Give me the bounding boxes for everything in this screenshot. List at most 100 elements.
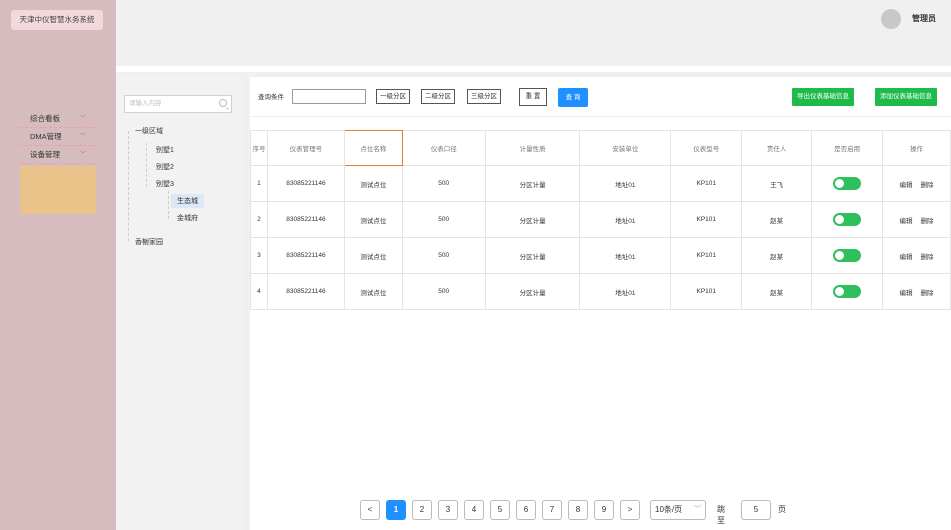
tree-panel: 请输入内容 一级区域 别墅1 别墅2 别墅3 生态城 金城府 香榭家园: [116, 77, 242, 530]
tree-node-villa1[interactable]: 别墅1: [156, 145, 174, 155]
page-button[interactable]: 9: [594, 500, 614, 520]
cell-model: KP101: [670, 237, 743, 274]
submenu-panel: [20, 166, 96, 214]
user-name[interactable]: 管理员: [912, 13, 936, 24]
page-size-select[interactable]: 10条/页 ﹀: [650, 500, 706, 520]
cell-actions: 编辑 删除: [882, 237, 951, 274]
cell-owner: 王飞: [741, 165, 813, 202]
page-button[interactable]: 4: [464, 500, 484, 520]
col-header: 序号: [250, 130, 268, 166]
page-button[interactable]: 2: [412, 500, 432, 520]
page-button[interactable]: 7: [542, 500, 562, 520]
page-button[interactable]: 3: [438, 500, 458, 520]
tree-connector: [128, 131, 129, 241]
edit-link[interactable]: 编辑: [900, 182, 913, 189]
page-button[interactable]: 6: [516, 500, 536, 520]
cell-enabled: [811, 273, 884, 310]
delete-link[interactable]: 删除: [921, 182, 934, 189]
tree-node-villa3[interactable]: 别墅3: [156, 179, 174, 189]
chevron-down-icon: ﹀: [694, 506, 701, 513]
tree-node-jincheng[interactable]: 金城府: [177, 213, 198, 223]
delete-link[interactable]: 删除: [921, 290, 934, 297]
search-placeholder: 请输入内容: [129, 100, 162, 107]
side-menu: 综合看板 ﹀ DMA管理 ﹀ 设备管理 ﹀: [20, 110, 96, 214]
cell-unit: 地址01: [579, 237, 672, 274]
reset-button[interactable]: 重 置: [519, 88, 547, 106]
cell-no: 3: [250, 237, 268, 274]
cell-caliber: 500: [401, 201, 486, 238]
delete-link[interactable]: 删除: [921, 254, 934, 261]
top-header: 管理员: [116, 0, 951, 66]
add-meter-info-button[interactable]: 添加仪表基础信息: [875, 88, 937, 106]
header-divider: [116, 66, 951, 72]
avatar[interactable]: [881, 9, 901, 29]
filter-input[interactable]: [292, 89, 366, 104]
menu-item-label: 综合看板: [30, 114, 60, 123]
cell-model: KP101: [670, 165, 743, 202]
delete-link[interactable]: 删除: [921, 218, 934, 225]
page-button[interactable]: 5: [490, 500, 510, 520]
table-row: 1 83085221146 测试点位 500 分区计量 地址01 KP101 王…: [250, 165, 951, 202]
level1-zone-button[interactable]: 一级分区: [376, 89, 410, 104]
prev-page-button[interactable]: <: [360, 500, 380, 520]
menu-item-dma[interactable]: DMA管理 ﹀: [20, 128, 96, 146]
chevron-down-icon: ﹀: [79, 116, 86, 122]
tree-node-villa2[interactable]: 别墅2: [156, 162, 174, 172]
menu-item-dashboard[interactable]: 综合看板 ﹀: [20, 110, 96, 128]
cell-actions: 编辑 删除: [882, 165, 951, 202]
col-header: 是否启用: [811, 130, 884, 166]
filter-bar: 查询条件 一级分区 二级分区 三级分区 重 置 查 询 导出仪表基础信息 添加仪…: [250, 77, 951, 117]
jump-label: 跳至: [717, 505, 725, 525]
edit-link[interactable]: 编辑: [900, 218, 913, 225]
menu-item-label: 设备管理: [30, 150, 60, 159]
level3-zone-button[interactable]: 三级分区: [467, 89, 501, 104]
tree-node-eco-city[interactable]: 生态城: [171, 194, 204, 208]
col-header: 计量性质: [484, 130, 581, 166]
cell-enabled: [811, 165, 884, 202]
tree-search-input[interactable]: 请输入内容: [124, 95, 232, 113]
cell-nature: 分区计量: [484, 165, 581, 202]
cell-owner: 赵某: [741, 273, 813, 310]
tree-node-root[interactable]: 一级区域: [135, 126, 163, 136]
tree-node-xiangxie[interactable]: 香榭家园: [135, 237, 163, 247]
toggle-knob: [835, 215, 845, 224]
tree-connector: [168, 191, 169, 219]
page-button[interactable]: 8: [568, 500, 588, 520]
chevron-down-icon: ﹀: [79, 152, 86, 158]
page-size-value: 10条/页: [655, 505, 683, 514]
query-button[interactable]: 查 询: [558, 88, 588, 107]
cell-unit: 地址01: [579, 165, 672, 202]
col-header: 责任人: [741, 130, 813, 166]
enable-toggle[interactable]: [833, 249, 862, 262]
next-page-button[interactable]: >: [620, 500, 640, 520]
search-icon[interactable]: [219, 99, 227, 107]
jump-page-input[interactable]: 5: [741, 500, 771, 520]
cell-enabled: [811, 237, 884, 274]
cell-point: 测试点位: [343, 237, 403, 274]
cell-no: 2: [250, 201, 268, 238]
enable-toggle[interactable]: [833, 213, 862, 226]
enable-toggle[interactable]: [833, 177, 862, 190]
cell-owner: 赵某: [741, 201, 813, 238]
level2-zone-button[interactable]: 二级分区: [421, 89, 455, 104]
cell-meter-id: 83085221146: [266, 273, 345, 310]
page-button-active[interactable]: 1: [386, 500, 406, 520]
menu-item-device[interactable]: 设备管理 ﹀: [20, 146, 96, 164]
enable-toggle[interactable]: [833, 285, 862, 298]
toggle-knob: [835, 251, 845, 260]
main-content: 查询条件 一级分区 二级分区 三级分区 重 置 查 询 导出仪表基础信息 添加仪…: [250, 77, 951, 530]
edit-link[interactable]: 编辑: [900, 254, 913, 261]
export-meter-info-button[interactable]: 导出仪表基础信息: [792, 88, 854, 106]
table-row: 4 83085221146 测试点位 500 分区计量 地址01 KP101 赵…: [250, 273, 951, 310]
col-header: 仪表口径: [401, 130, 486, 166]
toggle-knob: [835, 179, 845, 188]
cell-nature: 分区计量: [484, 201, 581, 238]
cell-no: 1: [250, 165, 268, 202]
cell-no: 4: [250, 273, 268, 310]
meter-table: 序号 仪表管理号 点位名称 仪表口径 计量性质 安装单位 仪表型号 责任人 是否…: [250, 130, 951, 310]
cell-owner: 赵某: [741, 237, 813, 274]
cell-nature: 分区计量: [484, 237, 581, 274]
edit-link[interactable]: 编辑: [900, 290, 913, 297]
tree-connector: [146, 143, 147, 187]
cell-actions: 编辑 删除: [882, 201, 951, 238]
